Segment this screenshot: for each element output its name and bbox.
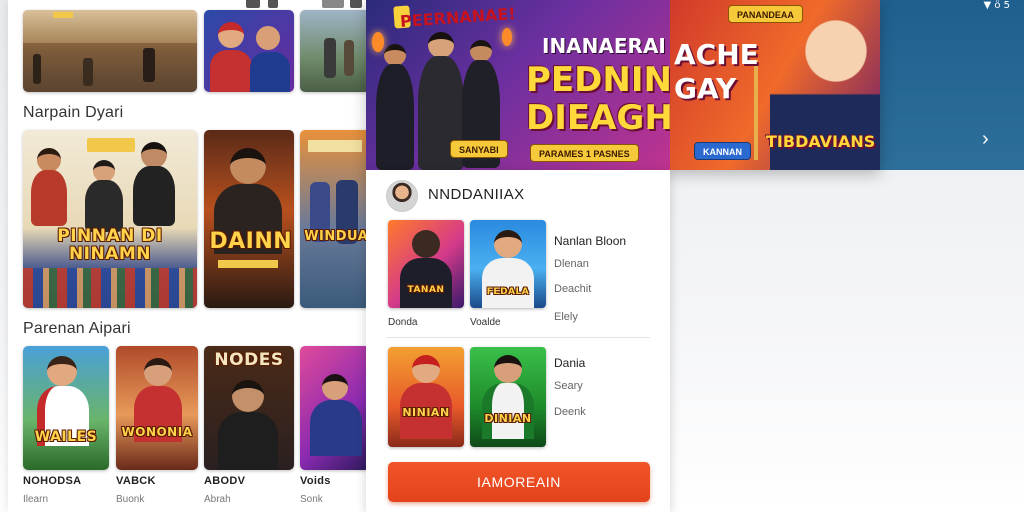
card-thumb-1b[interactable]: FEDALA — [470, 220, 546, 308]
poster-dainn-title: DAINN — [209, 229, 293, 254]
card-thumb-2a[interactable]: NINIAN — [388, 347, 464, 447]
row2-line-2: Deenk — [554, 406, 586, 418]
poster-row2-4[interactable] — [300, 346, 370, 470]
row1-heading: Nanlan Bloon — [554, 234, 627, 248]
hero-badge-1[interactable]: SANYABI — [450, 140, 508, 158]
hero-top-badge: PEERNANAE! — [399, 3, 517, 32]
row2-caption-1: NOHODSA — [23, 475, 82, 487]
hero-badge-2[interactable]: PARAMES 1 PASNES — [530, 144, 639, 162]
card-thumb-2b[interactable]: DINIAN — [470, 347, 546, 447]
hero-side-sign: TIBDAVIANS — [766, 132, 876, 151]
poster-row2-1[interactable]: WAILES — [23, 346, 109, 470]
row2-caption-4: Voids — [300, 475, 331, 487]
home-screen: Narpain Dyari PINNAN DI NINAMN DAINN WIN… — [8, 0, 380, 512]
hero-banner-side: PANANDEAA ACHE GAY KANNAN TIBDAVIANS — [670, 0, 880, 170]
row1-line-2: Deachit — [554, 283, 592, 295]
row2-line-1: Seary — [554, 380, 583, 392]
battery-icon: ▼ ö 5 — [983, 0, 1010, 11]
poster-row2-2-title: WONONIA — [121, 425, 193, 439]
card-thumb-1a[interactable]: TANAN — [388, 220, 464, 308]
card-thumb-1b-title: FEDALA — [486, 287, 530, 297]
row2-sub-3: Abrah — [204, 494, 231, 505]
status-bar — [238, 0, 378, 10]
row1-line-1: Dlenan — [554, 258, 589, 270]
hero-side-badge-2[interactable]: KANNAN — [694, 142, 751, 160]
chevron-right-icon[interactable]: › — [982, 128, 1004, 150]
card-thumb-2a-title: NINIAN — [402, 406, 450, 419]
poster-dainn[interactable]: DAINN — [204, 130, 294, 308]
hero-side-title-1: ACHE — [674, 38, 759, 71]
row2-sub-4: Sonk — [300, 494, 323, 505]
divider — [386, 337, 650, 338]
hero-headline-2: PEDNIN — [526, 60, 672, 100]
poster-row2-2[interactable]: WONONIA — [116, 346, 198, 470]
card-thumb-1a-title: TANAN — [407, 285, 445, 295]
thumbnail-street-scene[interactable] — [23, 10, 197, 92]
poster-row2-3-title: NODES — [214, 350, 284, 370]
poster-side-title: WINDUAN — [304, 229, 370, 244]
user-avatar[interactable] — [386, 180, 418, 212]
row2-sub-1: Ilearn — [23, 494, 49, 505]
feature-poster-title: PINNAN DI NINAMN — [57, 226, 163, 264]
poster-row2-1-title: WAILES — [34, 429, 98, 445]
row2-caption-3: ABODV — [204, 475, 246, 487]
section-title-2: Parenan Aipari — [23, 320, 131, 337]
card-thumb-1b-caption: Voalde — [470, 317, 501, 328]
row2-caption-2: VABCK — [116, 475, 156, 487]
feature-poster[interactable]: PINNAN DI NINAMN — [23, 130, 197, 308]
hero-banner-main: PEERNANAE! INANAERAI PEDNIN DIEAGH! SANY… — [366, 0, 688, 170]
hero-headline-1: INANAERAI — [542, 34, 666, 58]
thumbnail-courtyard[interactable] — [300, 10, 370, 92]
row2-heading: Dania — [554, 356, 586, 370]
detail-card: NNDDANIIAX TANAN FEDALA Donda Voalde Nan… — [366, 170, 670, 512]
primary-cta-button[interactable]: IAMOREAIN — [388, 462, 650, 502]
section-title-1: Narpain Dyari — [23, 104, 124, 121]
row1-line-3: Elely — [554, 311, 578, 323]
row2-sub-2: Buonk — [116, 494, 145, 505]
hero-side-title-2: GAY — [674, 72, 737, 105]
poster-row2-3[interactable]: NODES — [204, 346, 294, 470]
card-title: NNDDANIIAX — [428, 186, 525, 203]
card-thumb-1a-caption: Donda — [388, 317, 418, 328]
thumbnail-fighters[interactable] — [204, 10, 294, 92]
hero-side-badge: PANANDEAA — [728, 5, 803, 23]
hero-headline-3: DIEAGH! — [526, 98, 689, 138]
card-thumb-2b-title: DINIAN — [484, 412, 532, 425]
hero-banner[interactable]: PEERNANAE! INANAERAI PEDNIN DIEAGH! SANY… — [366, 0, 880, 170]
poster-side[interactable]: WINDUAN — [300, 130, 370, 308]
